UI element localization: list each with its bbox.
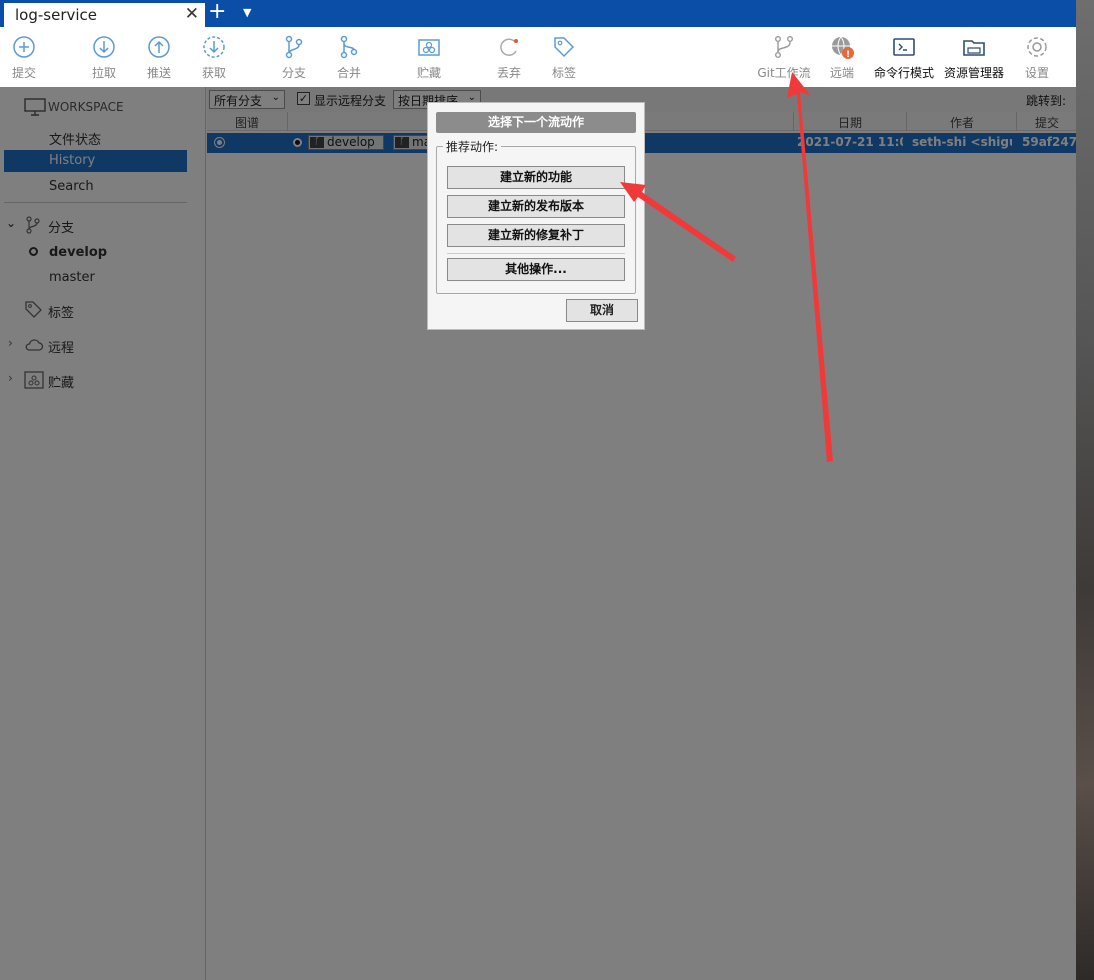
settings-button[interactable]: 设置 [1007,27,1067,87]
group-divider [447,253,625,254]
commit-label: 提交 [11,66,36,80]
add-tab-icon[interactable]: + [208,1,226,23]
globe-warning-icon: ! [832,36,854,60]
plus-circle-icon [13,36,35,58]
cancel-button[interactable]: 取消 [566,299,638,322]
stash-button[interactable]: 贮藏 [399,27,459,87]
other-actions-button[interactable]: 其他操作... [447,258,625,281]
terminal-button[interactable]: 命令行模式 [874,27,934,87]
arrow-up-circle-icon [148,36,170,58]
push-button[interactable]: 推送 [129,27,189,87]
fetch-button[interactable]: 获取 [184,27,244,87]
new-release-button[interactable]: 建立新的发布版本 [447,195,625,218]
toolbar: 提交 拉取 推送 获取 分支 合并 贮藏 丢弃 标签 Git工作流 ! 远端 命… [0,27,1076,87]
explorer-label: 资源管理器 [944,66,1005,80]
tab-bar: log-service ✕ + ▼ [0,0,1076,27]
merge-icon [340,35,358,59]
arrow-down-circle-icon [93,36,115,58]
settings-label: 设置 [1024,66,1049,80]
branch-button[interactable]: 分支 [264,27,324,87]
branch-label: 分支 [281,66,306,80]
pull-label: 拉取 [91,66,116,80]
remote-button[interactable]: ! 远端 [812,27,872,87]
new-feature-button[interactable]: 建立新的功能 [447,166,625,189]
discard-icon [500,38,518,56]
terminal-icon [893,38,915,56]
recommended-actions-group: 推荐动作: 建立新的功能 建立新的发布版本 建立新的修复补丁 其他操作... [436,138,636,294]
dialog-title: 选择下一个流动作 [436,112,636,133]
tab-title: log-service [15,6,98,24]
explorer-button[interactable]: 资源管理器 [944,27,1004,87]
arrow-down-dashed-circle-icon [203,36,225,58]
svg-text:!: ! [846,50,850,60]
push-label: 推送 [146,66,171,80]
git-flow-dialog: 选择下一个流动作 推荐动作: 建立新的功能 建立新的发布版本 建立新的修复补丁 … [427,102,645,330]
pull-button[interactable]: 拉取 [74,27,134,87]
group-label: 推荐动作: [443,138,502,155]
discard-button[interactable]: 丢弃 [479,27,539,87]
tab-log-service[interactable]: log-service ✕ [4,3,205,27]
commit-button[interactable]: 提交 [0,27,54,87]
close-icon[interactable]: ✕ [185,4,199,24]
merge-button[interactable]: 合并 [319,27,379,87]
discard-label: 丢弃 [496,66,521,80]
desktop-background [1076,0,1094,980]
chevron-down-icon[interactable]: ▼ [243,6,251,19]
folder-icon [963,40,985,56]
tag-icon [554,37,575,58]
merge-label: 合并 [336,66,361,80]
gear-icon [1027,37,1047,57]
git-flow-label: Git工作流 [757,66,811,80]
branch-icon [285,35,303,59]
tag-label: 标签 [551,66,576,80]
terminal-label: 命令行模式 [874,66,935,80]
new-hotfix-button[interactable]: 建立新的修复补丁 [447,224,625,247]
git-flow-button[interactable]: Git工作流 [754,27,814,87]
stash-label: 贮藏 [416,66,441,80]
tag-button[interactable]: 标签 [534,27,594,87]
remote-label: 远端 [829,66,854,80]
fetch-label: 获取 [201,66,226,80]
stash-icon [418,39,440,56]
git-flow-icon [774,36,794,59]
